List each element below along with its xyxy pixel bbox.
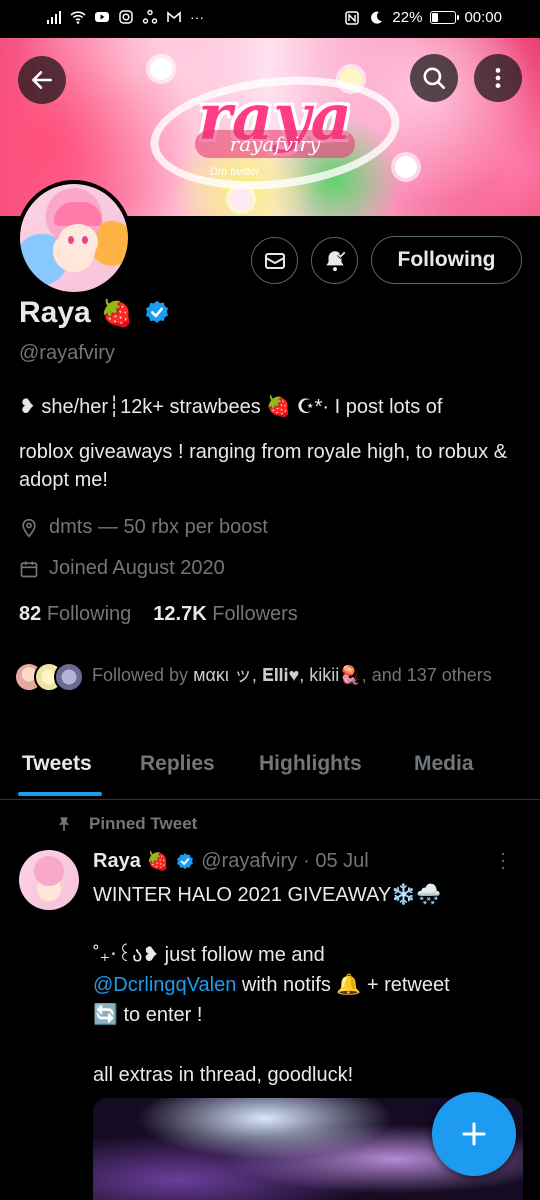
- tweet-line-4: 🔄 to enter !: [93, 1004, 203, 1026]
- nfc-icon: [345, 10, 360, 25]
- battery-percent: 22%: [392, 9, 423, 26]
- banner-tag: Dm twitter: [210, 166, 260, 178]
- following-label: Following: [46, 603, 132, 625]
- avatar-eye: [82, 236, 88, 244]
- battery-icon: [430, 11, 460, 24]
- tweet-more-icon[interactable]: · · ·: [500, 844, 506, 876]
- strawberry-emoji: 🍓: [146, 851, 170, 871]
- location-row: dmts — 50 rbx per boost: [19, 516, 268, 539]
- pinned-label-row: Pinned Tweet: [55, 814, 197, 834]
- banner-subtitle: rayafviry: [195, 130, 355, 158]
- plus-icon: [462, 1122, 486, 1146]
- active-tab-indicator: [18, 792, 102, 796]
- verified-badge-icon: [146, 300, 169, 323]
- tweet-line-3: @DcrlingqValen with notifs 🔔 + retweet: [93, 970, 523, 1000]
- strawberry-emoji: 🍓: [100, 297, 134, 328]
- profile-handle: @rayafviry: [19, 342, 115, 364]
- share-icon: [142, 9, 158, 24]
- location-pin-icon: [22, 518, 36, 538]
- moon-icon: [371, 11, 383, 24]
- calendar-icon: [20, 561, 38, 577]
- banner-decoration: [230, 188, 252, 210]
- notifications-button[interactable]: [311, 237, 358, 284]
- wifi-icon: [70, 11, 86, 24]
- avatar: [54, 662, 84, 692]
- instagram-icon: [119, 10, 133, 24]
- tweet-header: Raya 🍓 @rayafviry · 05 Jul: [93, 850, 369, 873]
- avatar-face: [58, 224, 98, 260]
- tweet-date[interactable]: · 05 Jul: [303, 850, 369, 873]
- clock: 00:00: [464, 9, 502, 26]
- pin-icon: [58, 817, 70, 831]
- followed-by-text[interactable]: Followed by мακι ッ, 𝐄𝐥𝐥𝐢♥, kikii🪼, and 1…: [92, 662, 512, 688]
- youtube-icon: [95, 12, 109, 22]
- tweet-author-name[interactable]: Raya: [93, 850, 141, 873]
- tweet-author-handle[interactable]: @rayafviry: [201, 850, 297, 873]
- vertical-dots-icon: [495, 68, 501, 88]
- back-arrow-icon: [32, 71, 52, 89]
- tweet-avatar[interactable]: [19, 850, 79, 910]
- followed-by-suffix: , and 137 others: [361, 665, 492, 685]
- tweet-line-5: all extras in thread, goodluck!: [93, 1064, 354, 1086]
- joined-row: Joined August 2020: [19, 557, 225, 580]
- tab-highlights[interactable]: Highlights: [259, 752, 362, 776]
- compose-tweet-button[interactable]: [432, 1092, 516, 1176]
- profile-name-text: Raya: [19, 296, 91, 329]
- following-count-link[interactable]: 82 Following: [19, 603, 131, 626]
- tab-media[interactable]: Media: [414, 752, 474, 776]
- location-text: dmts — 50 rbx per boost: [49, 516, 268, 538]
- bio-line-1: ❥ she/her┆12k+ strawbees 🍓 ☪*· I post lo…: [19, 396, 443, 418]
- more-notifications-icon: ···: [190, 9, 204, 25]
- following-count: 82: [19, 603, 42, 625]
- profile-name: Raya 🍓: [19, 296, 171, 330]
- more-options-button[interactable]: [474, 54, 522, 102]
- pinned-label: Pinned Tweet: [89, 814, 198, 833]
- envelope-icon: [264, 252, 285, 269]
- bell-check-icon: [325, 250, 346, 271]
- avatar-eye: [68, 236, 74, 244]
- bio-line-2: roblox giveaways ! ranging from royale h…: [19, 441, 508, 491]
- status-bar-left: ···: [46, 9, 204, 25]
- tweet-line-2: ˚₊‧꒰ა❥ just follow me and: [93, 944, 325, 966]
- status-bar-right: 22% 00:00: [344, 9, 502, 26]
- banner-decoration: [395, 156, 417, 178]
- profile-avatar[interactable]: [16, 180, 132, 296]
- followed-by-prefix: Followed by: [92, 665, 189, 685]
- followers-count-link[interactable]: 12.7K Followers: [153, 603, 298, 626]
- followed-by-names: мακι ッ, 𝐄𝐥𝐥𝐢♥, kikii🪼: [193, 665, 362, 685]
- tweet-line-1: WINTER HALO 2021 GIVEAWAY❄️🌨️: [93, 884, 442, 906]
- tweet-line-3-suffix: with notifs 🔔 + retweet: [236, 974, 450, 996]
- following-button[interactable]: Following: [371, 236, 522, 284]
- followers-count: 12.7K: [153, 603, 207, 625]
- verified-badge-icon: [177, 852, 194, 869]
- tab-tweets[interactable]: Tweets: [22, 752, 92, 776]
- tweet-mention-link[interactable]: @DcrlingqValen: [93, 974, 236, 996]
- tab-replies[interactable]: Replies: [140, 752, 215, 776]
- search-icon: [423, 67, 446, 90]
- followed-by-avatars[interactable]: [14, 662, 84, 692]
- gmail-icon: [167, 11, 181, 22]
- avatar-hat: [54, 202, 102, 226]
- status-bar: ··· 22% 00:00: [0, 0, 540, 38]
- joined-text: Joined August 2020: [49, 557, 225, 579]
- search-button[interactable]: [410, 54, 458, 102]
- signal-icon: [47, 11, 61, 24]
- profile-tabs: Tweets Replies Highlights Media: [0, 744, 540, 800]
- back-button[interactable]: [18, 56, 66, 104]
- message-button[interactable]: [251, 237, 298, 284]
- followers-label: Followers: [212, 603, 298, 625]
- follow-counts: 82 Following 12.7K Followers: [19, 603, 298, 626]
- banner-decoration: [150, 58, 172, 80]
